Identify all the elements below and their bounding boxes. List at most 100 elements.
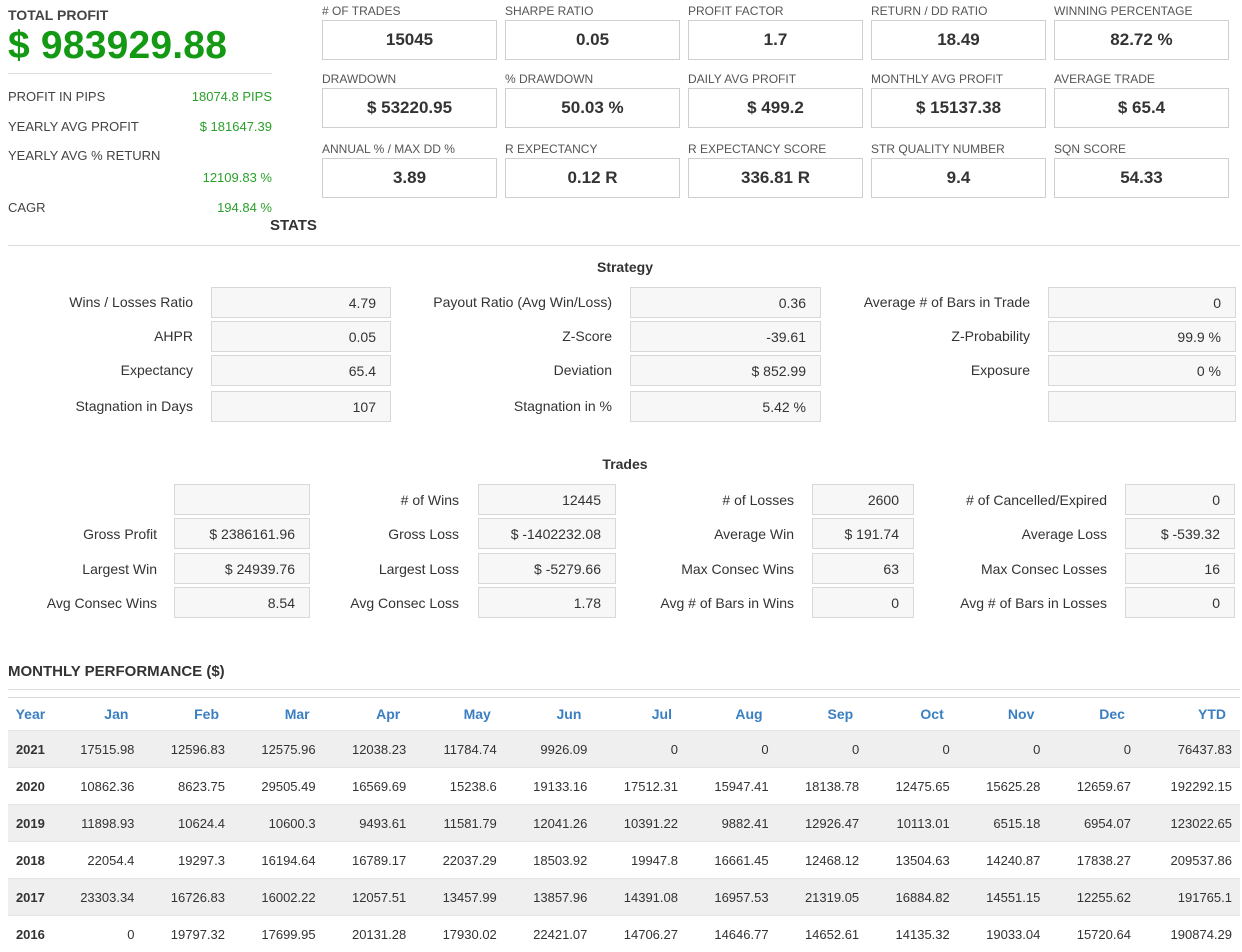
table-row: 202010862.368623.7529505.4916569.6915238… [8,768,1240,805]
metric-label-annual-max-dd: ANNUAL % / MAX DD % [322,142,455,156]
trades-title: Trades [0,456,1242,472]
metric-value-daily-avg-profit: $ 499.2 [688,88,863,128]
year-cell: 2017 [8,879,52,916]
metric-value-winning-percentage: 82.72 % [1054,20,1229,60]
strategy-label: Stagnation in Days [0,398,193,414]
month-value-cell: 16726.83 [142,879,233,916]
year-cell: 2019 [8,805,52,842]
metric-value-annual-max-dd: 3.89 [322,158,497,198]
month-value-cell: 12038.23 [324,731,415,768]
year-cell: 2018 [8,842,52,879]
month-value-cell: 22054.4 [52,842,143,879]
month-value-cell: 0 [595,731,686,768]
trades-label: Max Consec Wins [494,561,794,577]
monthly-header-row: YearJanFebMarAprMayJunJulAugSepOctNovDec… [8,698,1240,731]
strategy-label: Exposure [730,362,1030,378]
year-cell: 2020 [8,768,52,805]
column-header-sep: Sep [777,698,868,731]
month-value-cell: 19797.32 [142,916,233,952]
metric-value-r-expectancy-score: 336.81 R [688,158,863,198]
strategy-value: 0 [1048,287,1236,318]
month-value-cell: 12057.51 [324,879,415,916]
column-header-apr: Apr [324,698,415,731]
month-value-cell: 17838.27 [1048,842,1139,879]
month-value-cell: 14646.77 [686,916,777,952]
stats-title: STATS [270,217,317,234]
stats-divider [8,245,1240,246]
month-value-cell: 18503.92 [505,842,596,879]
month-value-cell: 12041.26 [505,805,596,842]
metric-label-r-expectancy: R EXPECTANCY [505,142,597,156]
month-value-cell: 17699.95 [233,916,324,952]
table-row: 201822054.419297.316194.6416789.1722037.… [8,842,1240,879]
column-header-feb: Feb [142,698,233,731]
month-value-cell: 14240.87 [958,842,1049,879]
month-value-cell: 13457.99 [414,879,505,916]
column-header-jul: Jul [595,698,686,731]
column-header-nov: Nov [958,698,1049,731]
column-header-dec: Dec [1048,698,1139,731]
strategy-title: Strategy [0,259,1242,275]
month-value-cell: 16194.64 [233,842,324,879]
trades-label: Avg Consec Loss [159,595,459,611]
metric-value-drawdown: 50.03 % [505,88,680,128]
month-value-cell: 15947.41 [686,768,777,805]
month-value-cell: 13504.63 [867,842,958,879]
metric-value-average-trade: $ 65.4 [1054,88,1229,128]
trades-label: Average Loss [807,526,1107,542]
year-cell: 2021 [8,731,52,768]
year-cell: 2016 [8,916,52,952]
month-value-cell: 19297.3 [142,842,233,879]
month-value-cell: 29505.49 [233,768,324,805]
trades-label: # of Wins [159,492,459,508]
strategy-label: Payout Ratio (Avg Win/Loss) [312,294,612,310]
trades-label: Avg # of Bars in Wins [494,595,794,611]
monthly-performance-title: MONTHLY PERFORMANCE ($) [8,663,225,680]
summary-divider [8,73,272,74]
trades-label: Average Win [494,526,794,542]
month-value-cell: 6515.18 [958,805,1049,842]
strategy-value: 5.42 % [630,391,821,422]
month-value-cell: 15720.64 [1048,916,1139,952]
trades-label: Gross Profit [0,526,157,542]
month-value-cell: 12596.83 [142,731,233,768]
cagr-value: 194.84 % [150,200,272,215]
strategy-label: Z-Score [312,328,612,344]
month-value-cell: 17515.98 [52,731,143,768]
monthly-divider [8,689,1240,690]
month-value-cell: 20131.28 [324,916,415,952]
metric-value-sqn-score: 54.33 [1054,158,1229,198]
month-value-cell: 15625.28 [958,768,1049,805]
strategy-label: Deviation [312,362,612,378]
month-value-cell: 16957.53 [686,879,777,916]
month-value-cell: 23303.34 [52,879,143,916]
strategy-label: Z-Probability [730,328,1030,344]
month-value-cell: 13857.96 [505,879,596,916]
trades-label: Gross Loss [159,526,459,542]
month-value-cell: 10113.01 [867,805,958,842]
month-value-cell: 12659.67 [1048,768,1139,805]
column-header-may: May [414,698,505,731]
trades-label: # of Losses [494,492,794,508]
metric-label-daily-avg-profit: DAILY AVG PROFIT [688,72,796,86]
month-value-cell: 16002.22 [233,879,324,916]
month-value-cell: 16884.82 [867,879,958,916]
table-row: 2016019797.3217699.9520131.2817930.02224… [8,916,1240,952]
month-value-cell: 12926.47 [777,805,868,842]
month-value-cell: 10862.36 [52,768,143,805]
metric-value-monthly-avg-profit: $ 15137.38 [871,88,1046,128]
month-value-cell: 21319.05 [777,879,868,916]
month-value-cell: 14706.27 [595,916,686,952]
monthly-body: 202117515.9812596.8312575.9612038.231178… [8,731,1240,952]
month-value-cell: 16789.17 [324,842,415,879]
metric-label-str-quality-number: STR QUALITY NUMBER [871,142,1005,156]
cagr-label: CAGR [8,200,46,215]
yearly-avg-return-label: YEARLY AVG % RETURN [8,148,160,163]
month-value-cell: 10391.22 [595,805,686,842]
total-profit-label: TOTAL PROFIT [8,7,108,23]
month-value-cell: 10624.4 [142,805,233,842]
month-value-cell: 11898.93 [52,805,143,842]
month-value-cell: 6954.07 [1048,805,1139,842]
metric-label-drawdown: % DRAWDOWN [505,72,593,86]
column-header-oct: Oct [867,698,958,731]
